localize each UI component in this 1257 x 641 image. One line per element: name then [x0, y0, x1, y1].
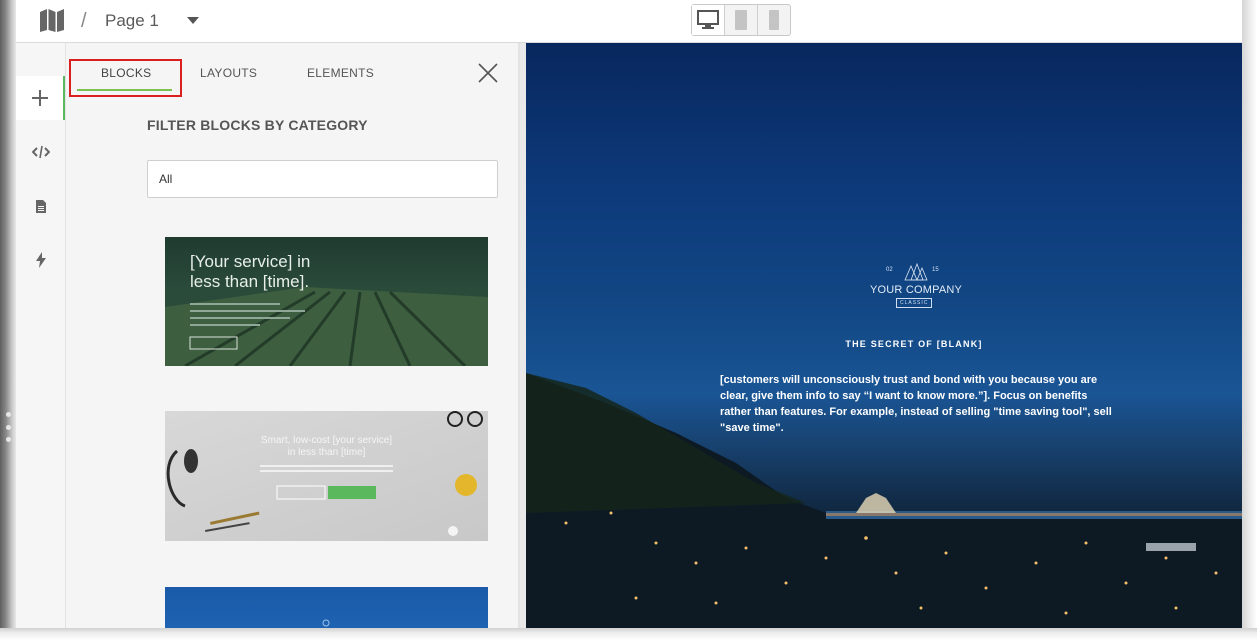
window-shadow-bottom	[0, 628, 1257, 641]
company-name: YOUR COMPANY	[870, 284, 963, 296]
window-shadow-left	[0, 0, 16, 628]
panel-tabs: BLOCKS LAYOUTS ELEMENTS	[66, 43, 520, 97]
close-icon[interactable]	[477, 62, 499, 84]
company-tag: CLASSIC	[896, 298, 933, 308]
window-shadow-right	[1242, 0, 1257, 641]
logo-number-right: 15	[932, 267, 939, 273]
map-icon[interactable]	[39, 8, 65, 33]
blue-block-image	[322, 619, 330, 627]
tab-elements[interactable]: ELEMENTS	[307, 66, 374, 80]
mobile-view-button[interactable]	[758, 5, 790, 35]
page-title[interactable]: Page 1	[105, 11, 159, 31]
drag-handle[interactable]	[4, 412, 12, 442]
app-frame: / Page 1 BLOCKS LAYOUTS ELEMENTS FILTER …	[0, 0, 1257, 641]
page-preview[interactable]: 02 15 YOUR COMPANY CLASSIC THE SECRET OF…	[526, 43, 1242, 628]
block-thumbnail[interactable]: Smart, low-cost [your service] in less t…	[165, 411, 488, 541]
desktop-icon	[697, 10, 719, 29]
tab-layouts[interactable]: LAYOUTS	[200, 66, 257, 80]
thumbnail-heading: Smart, low-cost [your service] in less t…	[260, 435, 393, 458]
block-thumbnail[interactable]	[165, 587, 488, 628]
top-bar: / Page 1	[16, 0, 1242, 43]
rail-item-page[interactable]	[16, 184, 65, 228]
night-city-background	[526, 373, 1242, 628]
desktop-view-button[interactable]	[692, 5, 725, 35]
mobile-icon	[769, 10, 779, 30]
code-icon	[31, 145, 50, 159]
thumbnail-heading: [Your service] in less than [time].	[190, 252, 311, 291]
lightning-icon	[35, 252, 46, 268]
block-thumbnail[interactable]: [Your service] in less than [time].	[165, 237, 488, 366]
tablet-icon	[735, 10, 747, 30]
device-switcher	[691, 4, 791, 36]
rail-item-code[interactable]	[16, 130, 65, 174]
category-filter-select[interactable]: All	[147, 160, 498, 198]
tablet-view-button[interactable]	[725, 5, 758, 35]
preview-body-text: [customers will unconsciously trust and …	[720, 374, 1112, 434]
breadcrumb-separator: /	[81, 10, 87, 32]
chevron-down-icon[interactable]	[187, 17, 199, 24]
filter-heading: FILTER BLOCKS BY CATEGORY	[147, 117, 368, 133]
blocks-panel: BLOCKS LAYOUTS ELEMENTS FILTER BLOCKS BY…	[66, 43, 520, 628]
rail-item-add[interactable]	[16, 76, 65, 120]
document-icon	[35, 199, 46, 213]
logo-number-left: 02	[886, 267, 893, 273]
rail-item-actions[interactable]	[16, 238, 65, 282]
tab-highlight-box	[69, 59, 182, 97]
plus-icon	[31, 90, 48, 106]
desk-image	[166, 411, 483, 536]
tool-rail	[16, 43, 66, 628]
preview-heading: THE SECRET OF [BLANK]	[845, 339, 983, 349]
